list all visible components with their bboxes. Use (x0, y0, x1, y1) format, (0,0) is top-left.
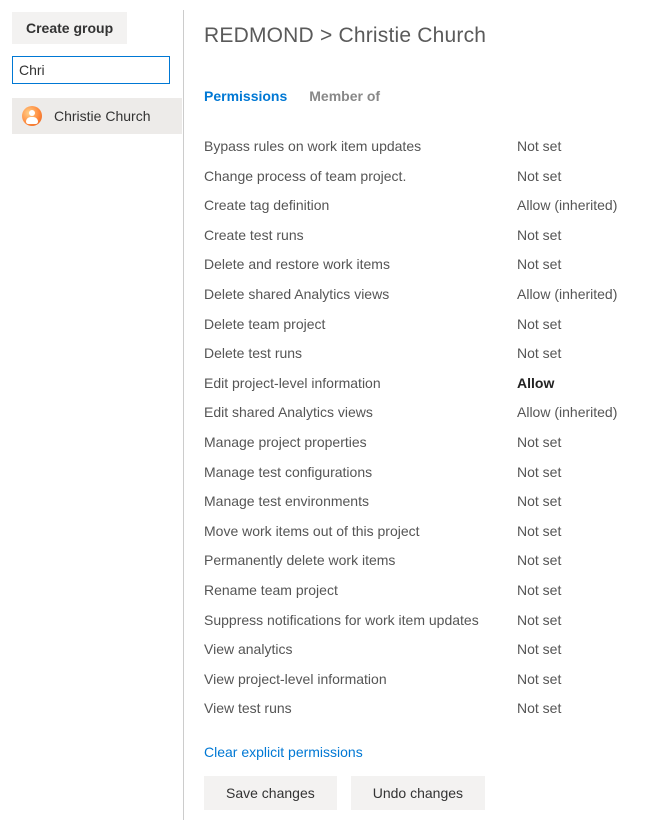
permission-row: Change process of team project.Not set (204, 162, 637, 192)
tab-permissions[interactable]: Permissions (204, 88, 287, 108)
permission-label: Delete team project (204, 315, 517, 335)
permission-row: Create test runsNot set (204, 221, 637, 251)
permission-row: Delete and restore work itemsNot set (204, 250, 637, 280)
permission-label: Manage test environments (204, 492, 517, 512)
permission-row: Suppress notifications for work item upd… (204, 606, 637, 636)
permission-row: Manage test environmentsNot set (204, 487, 637, 517)
tabs: Permissions Member of (204, 88, 637, 108)
permission-value[interactable]: Allow (inherited) (517, 403, 637, 423)
permission-value[interactable]: Not set (517, 226, 637, 246)
permission-value[interactable]: Not set (517, 492, 637, 512)
permission-row: Delete shared Analytics viewsAllow (inhe… (204, 280, 637, 310)
permission-label: View test runs (204, 699, 517, 719)
breadcrumb-leaf: Christie Church (338, 24, 486, 47)
permission-value[interactable]: Not set (517, 611, 637, 631)
permission-row: View analyticsNot set (204, 635, 637, 665)
permission-value[interactable]: Not set (517, 255, 637, 275)
permission-row: Manage test configurationsNot set (204, 458, 637, 488)
permission-row: Rename team projectNot set (204, 576, 637, 606)
permission-label: Change process of team project. (204, 167, 517, 187)
permission-row: Delete test runsNot set (204, 339, 637, 369)
permission-label: Delete test runs (204, 344, 517, 364)
permission-label: View analytics (204, 640, 517, 660)
permission-row: Edit project-level informationAllow (204, 369, 637, 399)
permission-row: View test runsNot set (204, 694, 637, 724)
breadcrumb: REDMOND > Christie Church (204, 24, 637, 48)
sidebar: Create group Christie Church (0, 0, 183, 830)
permission-label: Rename team project (204, 581, 517, 601)
undo-changes-button[interactable]: Undo changes (351, 776, 485, 810)
user-item-christie-church[interactable]: Christie Church (12, 98, 182, 134)
permission-label: View project-level information (204, 670, 517, 690)
permission-value[interactable]: Allow (517, 374, 637, 394)
permission-row: Bypass rules on work item updatesNot set (204, 132, 637, 162)
permission-row: View project-level informationNot set (204, 665, 637, 695)
create-group-button[interactable]: Create group (12, 12, 127, 44)
clear-explicit-permissions-link[interactable]: Clear explicit permissions (204, 744, 363, 760)
permission-label: Delete shared Analytics views (204, 285, 517, 305)
permission-value[interactable]: Not set (517, 167, 637, 187)
permission-row: Move work items out of this projectNot s… (204, 517, 637, 547)
permission-value[interactable]: Allow (inherited) (517, 196, 637, 216)
permission-label: Edit shared Analytics views (204, 403, 517, 423)
search-input[interactable] (12, 56, 170, 84)
permission-value[interactable]: Not set (517, 433, 637, 453)
permission-label: Manage project properties (204, 433, 517, 453)
permission-value[interactable]: Not set (517, 344, 637, 364)
permission-label: Edit project-level information (204, 374, 517, 394)
save-changes-button[interactable]: Save changes (204, 776, 337, 810)
permission-value[interactable]: Not set (517, 463, 637, 483)
permission-label: Move work items out of this project (204, 522, 517, 542)
permission-value[interactable]: Not set (517, 137, 637, 157)
permission-value[interactable]: Not set (517, 699, 637, 719)
permission-value[interactable]: Not set (517, 522, 637, 542)
permission-row: Edit shared Analytics viewsAllow (inheri… (204, 398, 637, 428)
permissions-list: Bypass rules on work item updatesNot set… (204, 132, 637, 724)
permission-value[interactable]: Not set (517, 640, 637, 660)
permission-label: Create test runs (204, 226, 517, 246)
permission-value[interactable]: Allow (inherited) (517, 285, 637, 305)
permission-label: Bypass rules on work item updates (204, 137, 517, 157)
user-list: Christie Church (12, 98, 183, 134)
permission-row: Create tag definitionAllow (inherited) (204, 191, 637, 221)
permission-row: Permanently delete work itemsNot set (204, 546, 637, 576)
button-row: Save changes Undo changes (204, 776, 637, 810)
permission-value[interactable]: Not set (517, 581, 637, 601)
permission-value[interactable]: Not set (517, 670, 637, 690)
user-name: Christie Church (54, 108, 150, 124)
permission-value[interactable]: Not set (517, 551, 637, 571)
breadcrumb-root: REDMOND (204, 24, 314, 47)
permission-label: Permanently delete work items (204, 551, 517, 571)
permission-row: Delete team projectNot set (204, 310, 637, 340)
permission-label: Create tag definition (204, 196, 517, 216)
permission-label: Delete and restore work items (204, 255, 517, 275)
permission-value[interactable]: Not set (517, 315, 637, 335)
permission-label: Suppress notifications for work item upd… (204, 611, 517, 631)
breadcrumb-separator: > (320, 24, 332, 47)
permission-row: Manage project propertiesNot set (204, 428, 637, 458)
main-panel: REDMOND > Christie Church Permissions Me… (184, 0, 649, 830)
avatar-icon (22, 106, 42, 126)
tab-member-of[interactable]: Member of (309, 88, 380, 108)
permission-label: Manage test configurations (204, 463, 517, 483)
